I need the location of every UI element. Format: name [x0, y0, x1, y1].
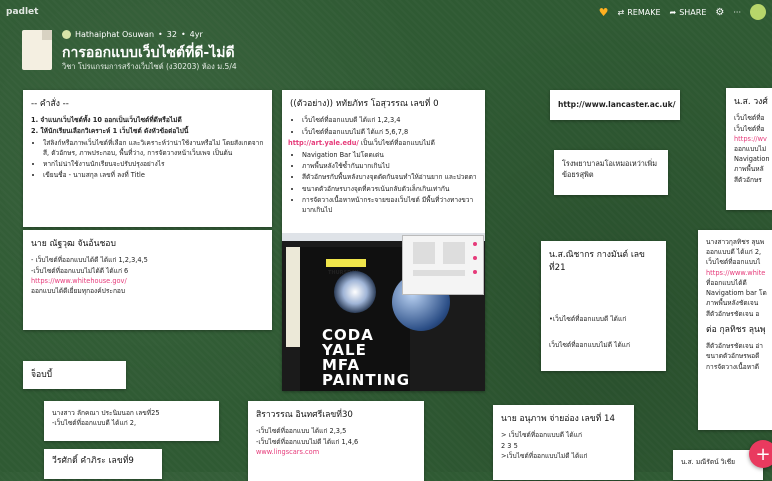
board-subtitle: วิชา โปรแกรมการสร้างเว็บไซต์ (ง30203) ห้… — [62, 62, 237, 71]
list-item: การจัดวางเนื้อหาหน้ากระจายของเว็บไซต์ มี… — [302, 195, 477, 215]
gear-icon[interactable]: ⚙ — [715, 7, 724, 18]
top-actions: ♥ ⇄ REMAKE ➦ SHARE ⚙ ··· — [599, 4, 766, 20]
post-nattakorn[interactable]: นาย ณัฐวุฒ จันอ้นชอบ - เว็บไซต์ที่ออกแบบ… — [23, 230, 272, 330]
user-avatar[interactable] — [750, 4, 766, 20]
post-title: สิราวรรณ อินทศรีเลขที่30 — [256, 410, 353, 420]
board-age: 4yr — [189, 30, 203, 39]
post-title: วีรศักดิ์ คำภิระ เลขที่9 — [52, 456, 134, 466]
post-title: นาย อนุภาพ จ่ายอ่อง เลขที่ 14 — [501, 414, 615, 424]
screenshot-popup — [402, 235, 484, 295]
post-nisarat[interactable]: น.ส.ณิชากร กางมันต์ เลขที่21 •เว็บไซต์ที… — [541, 241, 666, 371]
link-suffix: เป็นเว็บไซต์ที่ออกแบบไม่ดี — [358, 138, 435, 147]
post-jobbi[interactable]: จ็อบบี้ — [23, 361, 126, 389]
post-screenshot-image[interactable]: THURSDAY CODA YALE MFA PAINTING — [282, 233, 485, 391]
post-title: น.ส.ณิชากร กางมันต์ เลขที่21 — [549, 250, 645, 274]
list-item: ภาพพื้นหลังใช้ซ้ำกันมากเกินไป — [302, 161, 477, 171]
post-link[interactable]: www.lingscars.com — [256, 447, 416, 457]
post-ladda[interactable]: นางสาว ลักคณา ประนิมนอก เลขที่25 -เว็บไซ… — [44, 401, 219, 441]
post-title: ต่อ กุลทิชร ลุนพุ — [706, 324, 766, 335]
list-item: ใส่ลิงก์หรือภาพเว็บไซต์ที่เลือก และวิเคร… — [43, 138, 264, 158]
post-instructions[interactable]: -- คำสั่ง -- 1. จำแนกเว็บไซต์ทั้ง 10 ออก… — [23, 90, 272, 227]
add-post-button[interactable]: + — [749, 440, 772, 468]
post-title: น.ส. มณีรัตน์ วิเชีย — [681, 458, 736, 466]
board-meta: Hathaiphat Osuwan • 32 • 4yr — [62, 30, 203, 39]
post-link[interactable]: http://art.yale.edu/ — [288, 139, 359, 147]
instruction-list: ใส่ลิงก์หรือภาพเว็บไซต์ที่เลือก และวิเคร… — [31, 138, 264, 181]
post-cut-right-mid[interactable]: นางสาวกุลทิชร ลุนพ ออกแบบดี ได้แก่ 2, เว… — [698, 230, 772, 430]
screenshot-tag: THURSDAY — [326, 259, 366, 276]
post-title: ((ตัวอย่าง)) หทัยภัทร โอสุวรรณ เลขที่ 0 — [290, 99, 439, 109]
post-anuphan[interactable]: นาย อนุภาพ จ่ายอ่อง เลขที่ 14 > เว็บไซต์… — [493, 405, 634, 480]
board-thumbnail — [22, 30, 52, 70]
post-title: นาย ณัฐวุฒ จันอ้นชอบ — [31, 239, 116, 249]
remake-button[interactable]: ⇄ REMAKE — [618, 8, 661, 17]
post-lancaster[interactable]: http://www.lancaster.ac.uk/ — [550, 90, 680, 120]
instruction-line: 2. ให้นักเรียนเลือกวิเคราะห์ 1 เว็บไซต์ … — [31, 126, 189, 135]
like-count: 32 — [166, 30, 177, 39]
share-icon: ➦ — [669, 7, 677, 17]
padlet-logo[interactable]: padlet — [6, 7, 38, 17]
remake-label: REMAKE — [627, 7, 661, 17]
list-item: เขียนชื่อ - นามสกุล เลขที่ ลงที่ Title — [43, 170, 264, 180]
post-link[interactable]: http://www.lancaster.ac.uk/ — [558, 99, 675, 111]
share-button[interactable]: ➦ SHARE — [670, 8, 707, 17]
post-title: -- คำสั่ง -- — [31, 99, 69, 109]
remake-icon: ⇄ — [617, 7, 625, 17]
heart-icon[interactable]: ♥ — [599, 6, 609, 19]
instruction-line: 1. จำแนกเว็บไซต์ทั้ง 10 ออกเป็นเว็บไซต์ท… — [31, 116, 182, 125]
share-label: SHARE — [679, 7, 707, 17]
post-title: จ็อบบี้ — [31, 370, 53, 380]
list-item: ขนาดตัวอักษรบางจุดที่ควรเน้นกลับตัวเล็กเ… — [302, 184, 477, 194]
post-link[interactable]: https://www.whitehouse.gov/ — [31, 276, 264, 286]
post-school[interactable]: โรงพยาบาลมโอเหมอเหว่าเพิ่มข้อยรสุพิต — [554, 150, 668, 195]
list-item: เว็บไซต์ที่ออกแบบดี ได้แก่ 1,2,3,4 — [302, 115, 477, 125]
top-bar: padlet ♥ ⇄ REMAKE ➦ SHARE ⚙ ··· — [0, 0, 772, 26]
more-button[interactable]: ··· — [733, 8, 741, 17]
author-name[interactable]: Hathaiphat Osuwan — [75, 30, 154, 39]
post-woraruk[interactable]: วีรศักดิ์ คำภิระ เลขที่9 — [44, 449, 162, 479]
post-title: น.ส. วงศ์ — [734, 97, 768, 107]
post-text: โรงพยาบาลมโอเหมอเหว่าเพิ่มข้อยรสุพิต — [562, 159, 658, 180]
list-item: หากไม่น่าใช้งานนักเรียนจะปรับปรุงอย่างไร — [43, 159, 264, 169]
list-item: Navigation Bar ไม่โดดเด่น — [302, 150, 477, 160]
post-sirawan[interactable]: สิราวรรณ อินทศรีเลขที่30 -เว็บไซต์ที่ออก… — [248, 401, 424, 481]
list-item: เว็บไซต์ที่ออกแบบไม่ดี ได้แก่ 5,6,7,8 — [302, 127, 477, 137]
screenshot-text: CODA YALE MFA PAINTING — [322, 326, 411, 389]
list-item: สีตัวอักษรกับพื้นหลังบางจุดตัดกันจนทำให้… — [302, 172, 477, 182]
author-avatar — [62, 30, 71, 39]
post-cut-top-right[interactable]: น.ส. วงศ์ เว็บไซต์ที่อ เว็บไซต์ที่อ http… — [726, 88, 772, 210]
